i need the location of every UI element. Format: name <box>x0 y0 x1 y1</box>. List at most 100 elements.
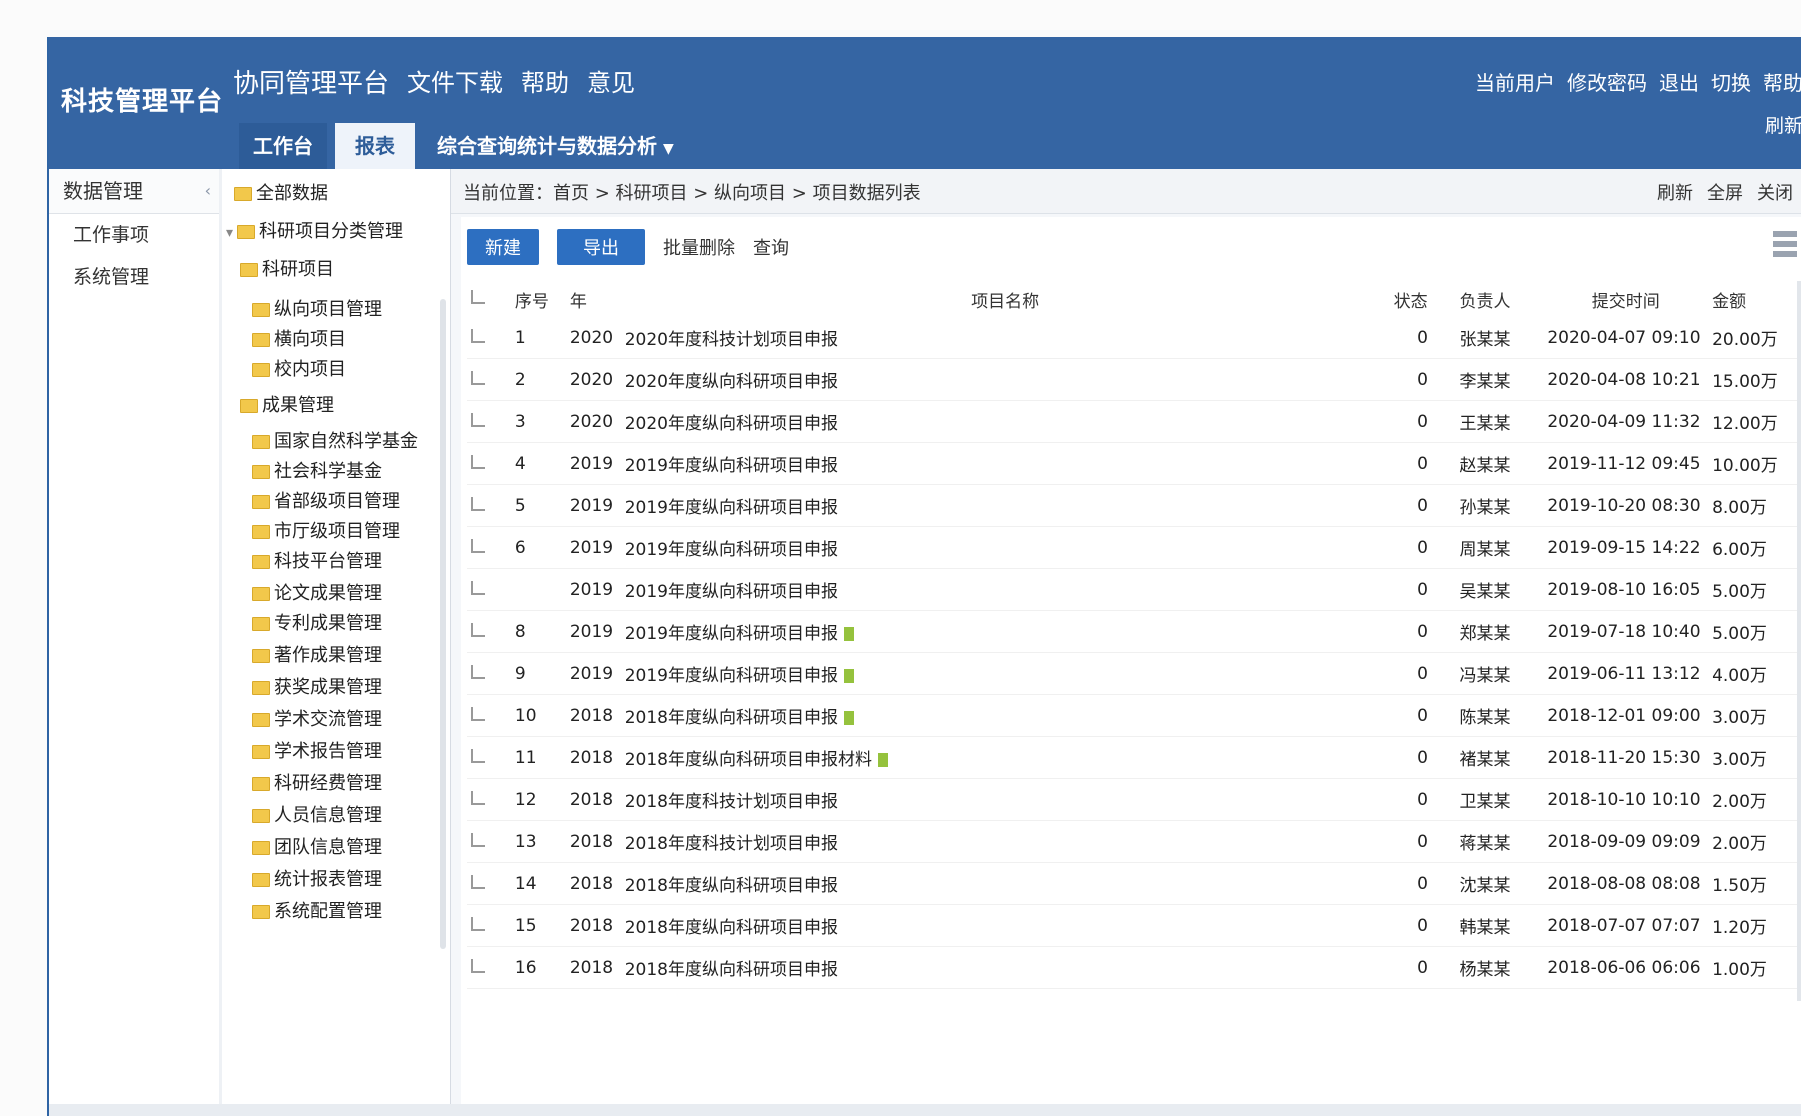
user-link-switch[interactable]: 切换 <box>1711 67 1751 96</box>
attachment-icon[interactable] <box>844 711 854 725</box>
row-checkbox[interactable] <box>467 358 511 401</box>
select-all-checkbox[interactable] <box>467 281 511 317</box>
cell-name-text[interactable]: 2019年度纵向科研项目申报 <box>625 624 838 644</box>
cell-name-text[interactable]: 2019年度纵向科研项目申报 <box>625 666 838 686</box>
tree-node[interactable]: 论文成果管理 <box>252 579 382 609</box>
table-row[interactable]: 12 2018 2018年度科技计划项目申报 0 卫某某 2018-10-10 10:10… <box>467 778 1801 821</box>
row-checkbox[interactable] <box>467 610 511 653</box>
tree-node[interactable]: 横向项目 <box>252 325 346 355</box>
cell-name-text[interactable]: 2018年度科技计划项目申报 <box>625 792 838 812</box>
attachment-icon[interactable] <box>844 627 854 641</box>
row-checkbox[interactable] <box>467 526 511 569</box>
col-header-year[interactable]: 年 <box>566 281 621 317</box>
attachment-icon[interactable] <box>878 753 888 767</box>
col-header-name[interactable]: 项目名称 <box>621 281 1390 317</box>
top-link-help[interactable]: 帮助 <box>521 63 569 100</box>
table-row[interactable]: 5 2019 2019年度纵向科研项目申报 0 孙某某 2019-10-20 08:30 8… <box>467 484 1801 527</box>
tree-node[interactable]: 专利成果管理 <box>252 609 382 639</box>
tree-node[interactable]: 学术报告管理 <box>252 737 382 767</box>
table-row[interactable]: 9 2019 2019年度纵向科研项目申报 0 冯某某 2019-06-11 13:12 4… <box>467 652 1801 695</box>
table-row[interactable]: 4 2019 2019年度纵向科研项目申报 0 赵某某 2019-11-12 09:45 1… <box>467 442 1801 485</box>
cell-name-text[interactable]: 2018年度科技计划项目申报 <box>625 834 838 854</box>
fullscreen-button[interactable]: 全屏 <box>1707 179 1743 205</box>
cell-name-text[interactable]: 2019年度纵向科研项目申报 <box>625 540 838 560</box>
cell-name-text[interactable]: 2020年度纵向科研项目申报 <box>625 414 838 434</box>
query-link[interactable]: 查询 <box>753 234 789 260</box>
table-row[interactable]: 2019 2019年度纵向科研项目申报 0 吴某某 2019-08-10 16:05 5.… <box>467 568 1801 611</box>
table-row[interactable]: 10 2018 2018年度纵向科研项目申报 0 陈某某 2018-12-01 09:00… <box>467 694 1801 737</box>
cell-name-text[interactable]: 2019年度纵向科研项目申报 <box>625 498 838 518</box>
table-row[interactable]: 3 2020 2020年度纵向科研项目申报 0 王某某 2020-04-09 11:32 1… <box>467 400 1801 443</box>
tab-reports[interactable]: 报表 <box>335 123 415 169</box>
row-checkbox[interactable] <box>467 736 511 779</box>
tree-node[interactable]: 校内项目 <box>252 355 346 385</box>
tree-node[interactable]: 市厅级项目管理 <box>252 517 400 547</box>
user-link-logout[interactable]: 退出 <box>1659 67 1699 96</box>
table-row[interactable]: 2 2020 2020年度纵向科研项目申报 0 李某某 2020-04-08 10:21 1… <box>467 358 1801 401</box>
cell-name-text[interactable]: 2018年度纵向科研项目申报 <box>625 876 838 896</box>
table-row[interactable]: 13 2018 2018年度科技计划项目申报 0 蒋某某 2018-09-09 09:09… <box>467 820 1801 863</box>
tree-node[interactable]: 科研经费管理 <box>252 769 382 799</box>
row-checkbox[interactable] <box>467 400 511 443</box>
col-header-amount[interactable]: 金额 <box>1708 281 1801 317</box>
header-refresh[interactable]: 刷新 <box>1765 111 1801 138</box>
tree-node[interactable]: 纵向项目管理 <box>252 295 382 325</box>
tab-workbench[interactable]: 工作台 <box>239 123 327 169</box>
top-link-download[interactable]: 文件下载 <box>407 63 503 100</box>
row-checkbox[interactable] <box>467 652 511 695</box>
table-row[interactable]: 6 2019 2019年度纵向科研项目申报 0 周某某 2019-09-15 14:22 6… <box>467 526 1801 569</box>
attachment-icon[interactable] <box>844 669 854 683</box>
table-row[interactable]: 1 2020 2020年度科技计划项目申报 0 张某某 2020-04-07 09:10 2… <box>467 317 1801 359</box>
table-row[interactable]: 15 2018 2018年度纵向科研项目申报 0 韩某某 2018-07-07 07:07… <box>467 904 1801 947</box>
tree-node[interactable]: 统计报表管理 <box>252 865 382 895</box>
tab-query-dropdown[interactable]: 综合查询统计与数据分析 ▼ <box>423 123 688 169</box>
collapse-icon[interactable]: ‹ <box>205 169 211 213</box>
tree-node[interactable]: 著作成果管理 <box>252 641 382 671</box>
cell-name-text[interactable]: 2018年度纵向科研项目申报 <box>625 960 838 980</box>
tree-node[interactable]: 学术交流管理 <box>252 705 382 735</box>
row-checkbox[interactable] <box>467 820 511 863</box>
row-checkbox[interactable] <box>467 484 511 527</box>
tree-node[interactable]: 获奖成果管理 <box>252 673 382 703</box>
col-header-status[interactable]: 状态 <box>1390 281 1456 317</box>
user-link-help[interactable]: 帮助 <box>1763 67 1801 96</box>
row-checkbox[interactable] <box>467 778 511 821</box>
table-row[interactable]: 11 2018 2018年度纵向科研项目申报材料 0 褚某某 2018-11-20 15:… <box>467 736 1801 779</box>
top-link-platform[interactable]: 协同管理平台 <box>233 63 389 100</box>
top-link-feedback[interactable]: 意见 <box>587 63 635 100</box>
export-button[interactable]: 导出 <box>557 229 645 265</box>
row-checkbox[interactable] <box>467 694 511 737</box>
tree-node[interactable]: 国家自然科学基金 <box>252 427 418 457</box>
tree-node[interactable]: 科技平台管理 <box>252 547 382 577</box>
tree-scrollbar[interactable] <box>440 299 446 949</box>
table-scrollbar[interactable] <box>1797 281 1801 1001</box>
cell-name-text[interactable]: 2020年度科技计划项目申报 <box>625 330 838 350</box>
cell-name-text[interactable]: 2019年度纵向科研项目申报 <box>625 456 838 476</box>
row-checkbox[interactable] <box>467 568 511 611</box>
tree-node[interactable]: ▾ 科研项目分类管理 <box>226 217 403 247</box>
cell-name-text[interactable]: 2020年度纵向科研项目申报 <box>625 372 838 392</box>
tree-node[interactable]: 全部数据 <box>234 179 328 209</box>
col-header-index[interactable]: 序号 <box>511 281 566 317</box>
sidebar-item-system[interactable]: 系统管理 <box>49 256 219 298</box>
user-link-password[interactable]: 修改密码 <box>1567 67 1647 96</box>
refresh-button[interactable]: 刷新 <box>1657 179 1693 205</box>
close-tab-button[interactable]: 关闭 <box>1757 179 1793 205</box>
tree-node[interactable]: 社会科学基金 <box>252 457 382 487</box>
tree-node[interactable]: 团队信息管理 <box>252 833 382 863</box>
user-link-current[interactable]: 当前用户 <box>1475 67 1555 96</box>
row-checkbox[interactable] <box>467 317 511 359</box>
table-row[interactable]: 14 2018 2018年度纵向科研项目申报 0 沈某某 2018-08-08 08:08… <box>467 862 1801 905</box>
col-header-owner[interactable]: 负责人 <box>1455 281 1543 317</box>
cell-name-text[interactable]: 2018年度纵向科研项目申报材料 <box>625 750 872 770</box>
row-checkbox[interactable] <box>467 442 511 485</box>
row-checkbox[interactable] <box>467 904 511 947</box>
column-settings-icon[interactable] <box>1773 231 1797 267</box>
tree-node[interactable]: 科研项目 <box>240 255 334 285</box>
table-row[interactable]: 8 2019 2019年度纵向科研项目申报 0 郑某某 2019-07-18 10:40 5… <box>467 610 1801 653</box>
tree-node[interactable]: 成果管理 <box>240 391 334 421</box>
tree-node[interactable]: 系统配置管理 <box>252 897 382 927</box>
tree-node[interactable]: 人员信息管理 <box>252 801 382 831</box>
expand-icon[interactable]: ▾ <box>226 225 233 241</box>
row-checkbox[interactable] <box>467 946 511 989</box>
